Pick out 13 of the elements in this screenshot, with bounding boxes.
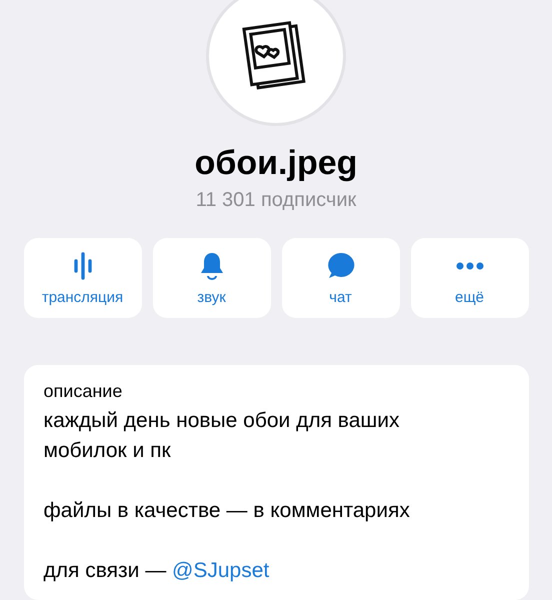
speech-bubble-icon	[326, 250, 356, 280]
contact-text: для связи — @SJupset	[44, 558, 270, 584]
action-button[interactable]: звук	[152, 238, 270, 318]
description-text: файлы в качестве — в комментариях	[44, 498, 411, 524]
description-text: каждый день новые обои для ваших мобилок и пк	[44, 408, 400, 464]
channel-name: обои.jpeg	[194, 144, 358, 183]
action-button[interactable]: ещё	[410, 238, 528, 318]
action-button[interactable]: чат	[282, 238, 400, 318]
action-button[interactable]: трансляция	[24, 238, 142, 318]
subscriber-count: 11 301 подписчик	[196, 189, 356, 212]
username-link[interactable]: @SJupset	[172, 559, 270, 582]
more-icon	[454, 262, 484, 270]
description-label: описание	[44, 381, 124, 402]
